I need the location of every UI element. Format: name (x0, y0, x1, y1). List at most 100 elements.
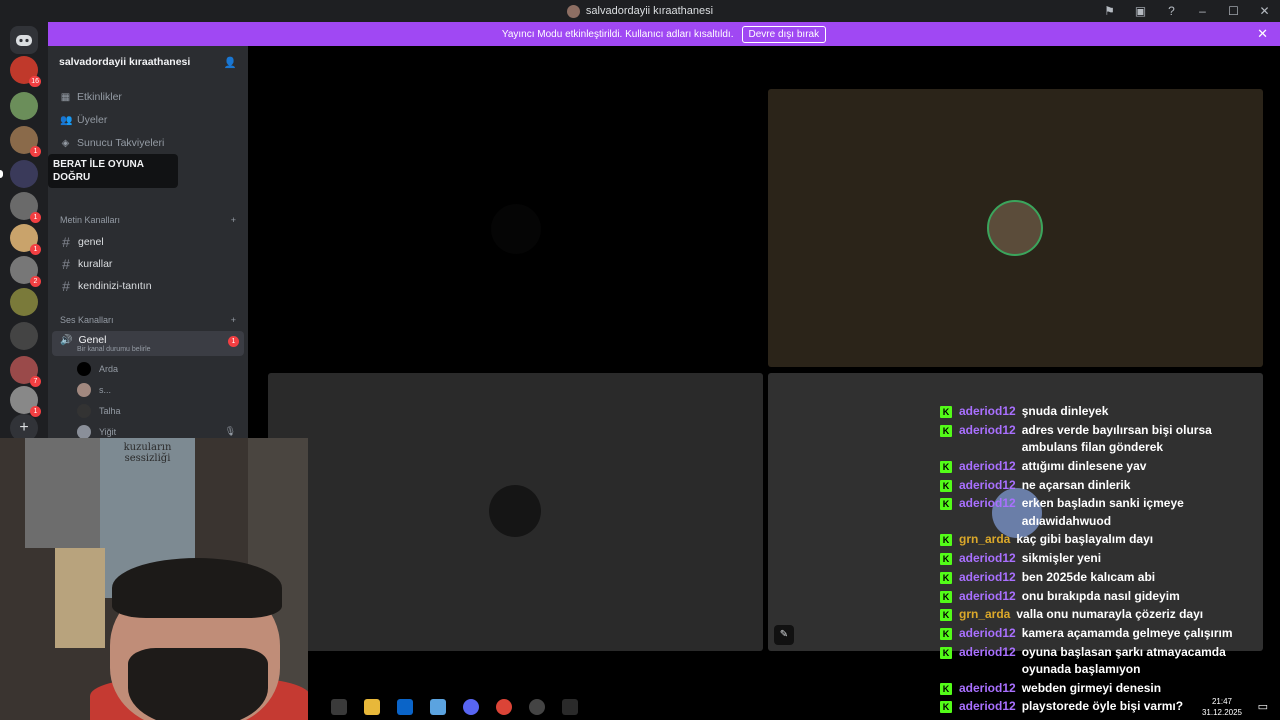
mute-icon: ✎ (774, 625, 794, 645)
kick-badge-icon: K (940, 553, 952, 566)
poster (55, 548, 105, 648)
kick-badge-icon: K (940, 498, 952, 511)
text-channels-category[interactable]: Metin Kanalları + (48, 212, 248, 228)
menu-boosts[interactable]: ◈ Sunucu Takviyeleri (48, 132, 248, 154)
discord-home-button[interactable] (10, 26, 38, 54)
kick-badge-icon: K (940, 682, 952, 695)
unread-pill (0, 170, 3, 178)
chat-username: aderiod12 (959, 644, 1016, 659)
kick-badge-icon: K (940, 479, 952, 492)
chat-text: erken başladın sanki içmeye adıawidahwuo… (1021, 496, 1184, 528)
voice-user-name: Arda (99, 363, 119, 374)
voice-user[interactable]: Talha (48, 400, 248, 421)
speaker-icon: 🔊 (60, 334, 73, 346)
channel-kendinizi-tanitin[interactable]: # kendinizi-tanıtın (48, 275, 248, 297)
discord-logo-icon (16, 35, 32, 46)
voice-user[interactable]: s... (48, 379, 248, 400)
folder-icon[interactable] (364, 699, 380, 715)
inbox-icon[interactable]: ⚑ (1094, 4, 1125, 18)
chat-username: aderiod12 (959, 477, 1016, 492)
close-window-button[interactable]: ✕ (1249, 4, 1280, 18)
avatar (987, 200, 1043, 256)
chat-message: Kaderiod12 ne açarsan dinlerik (940, 477, 1280, 495)
server-icon-10[interactable]: 7 (10, 356, 41, 387)
server-icon-2[interactable] (10, 92, 38, 120)
kick-badge-icon: K (940, 571, 952, 584)
menu-events[interactable]: ▦ Etkinlikler (48, 86, 248, 108)
server-icon-3[interactable]: 1 (10, 126, 41, 157)
kick-badge-icon: K (940, 609, 952, 622)
minimize-button[interactable]: – (1187, 4, 1218, 18)
video-tile-3[interactable] (268, 373, 763, 651)
add-channel-icon[interactable]: + (231, 315, 236, 325)
chat-message: Kaderiod12 webden girmeyi denesin (940, 680, 1280, 698)
outlook-icon[interactable] (397, 699, 413, 715)
chrome-icon[interactable] (496, 699, 512, 715)
hair (112, 558, 282, 618)
kick-badge-icon: K (940, 460, 952, 473)
invite-people-icon[interactable]: 👤 (224, 56, 237, 69)
channel-status[interactable]: Bir kanal durumu belirle (77, 346, 236, 353)
maximize-button[interactable]: ☐ (1218, 4, 1249, 18)
server-icon-5[interactable]: 1 (10, 192, 41, 223)
channel-sidebar: salvadordayii kıraathanesi 👤 ▦ Etkinlikle… (48, 46, 248, 439)
channel-kurallar[interactable]: # kurallar (48, 253, 248, 275)
store-icon[interactable] (331, 699, 347, 715)
avatar (77, 403, 91, 418)
server-icon-9[interactable] (10, 322, 38, 350)
voice-channel-genel[interactable]: 🔊 Genel Bir kanal durumu belirle 1 (52, 331, 244, 356)
calendar-icon: ▦ (60, 91, 71, 103)
server-icon-4[interactable] (10, 160, 38, 188)
chat-text: kamera açamamda gelmeye çalışırım (1021, 625, 1233, 640)
screen-icon[interactable]: ▣ (1125, 4, 1156, 18)
channel-genel[interactable]: # genel (48, 231, 248, 253)
close-banner-icon[interactable]: ✕ (1257, 26, 1268, 42)
app-icon[interactable] (430, 699, 446, 715)
server-icon-11[interactable]: 1 (10, 386, 41, 417)
channel-label: kendinizi-tanıtın (78, 280, 152, 292)
category-label: Metin Kanalları (60, 215, 121, 225)
chat-username: aderiod12 (959, 496, 1016, 511)
channel-label: kurallar (78, 258, 113, 270)
menu-members[interactable]: 👥 Üyeler (48, 109, 248, 131)
chat-username: grn_arda (959, 532, 1011, 547)
server-icon-7[interactable]: 2 (10, 256, 41, 287)
server-header[interactable]: salvadordayii kıraathanesi 👤 (48, 46, 248, 78)
epic-games-icon[interactable] (562, 699, 578, 715)
server-icon-6[interactable]: 1 (10, 224, 41, 255)
chat-username: aderiod12 (959, 699, 1016, 714)
voice-user-name: Talha (99, 405, 121, 416)
voice-channel-label: Genel (78, 334, 107, 346)
video-tile-2[interactable] (768, 89, 1263, 367)
server-badge: 16 (29, 76, 41, 87)
poster (25, 438, 100, 548)
app-icon[interactable] (529, 699, 545, 715)
help-icon[interactable]: ? (1156, 4, 1187, 18)
disable-streamer-mode-button[interactable]: Devre dışı bırak (741, 25, 827, 43)
kick-badge-icon: K (940, 590, 952, 603)
chat-text: playstorede öyle bişi varmı? (1021, 699, 1184, 714)
menu-label: Etkinlikler (77, 91, 122, 103)
voice-user[interactable]: Arda (48, 358, 248, 379)
chat-message: Kgrn_arda kaç gibi başlayalım dayı (940, 531, 1280, 549)
poster-title: kuzuların sessizliği (123, 442, 172, 464)
voice-user-name: Yiğit (99, 426, 117, 437)
video-tile-1[interactable] (268, 89, 763, 367)
chat-message: Kaderiod12 attığımı dinlesene yav (940, 458, 1280, 476)
avatar (77, 361, 91, 376)
add-channel-icon[interactable]: + (231, 215, 236, 225)
discord-icon[interactable] (463, 699, 479, 715)
voice-channels-category[interactable]: Ses Kanalları + (48, 312, 248, 328)
beard (128, 648, 268, 720)
chat-message: Kaderiod12 adres verde bayılırsan bişi ol… (940, 422, 1280, 457)
chat-username: aderiod12 (959, 588, 1016, 603)
chat-text: adres verde bayılırsan bişi olursa ambul… (1021, 422, 1212, 455)
server-icon-1[interactable]: 16 (10, 56, 41, 87)
channel-label: genel (78, 236, 104, 248)
server-name: salvadordayii kıraathanesi (59, 56, 191, 68)
webcam-overlay: kuzuların sessizliği (0, 438, 308, 720)
server-icon-8[interactable] (10, 288, 38, 316)
banner-message: Yayıncı Modu etkinleştirildi. Kullanıcı … (501, 28, 734, 40)
voice-channel-badge: 1 (228, 336, 239, 347)
chat-text: sikmişler yeni (1021, 551, 1102, 566)
